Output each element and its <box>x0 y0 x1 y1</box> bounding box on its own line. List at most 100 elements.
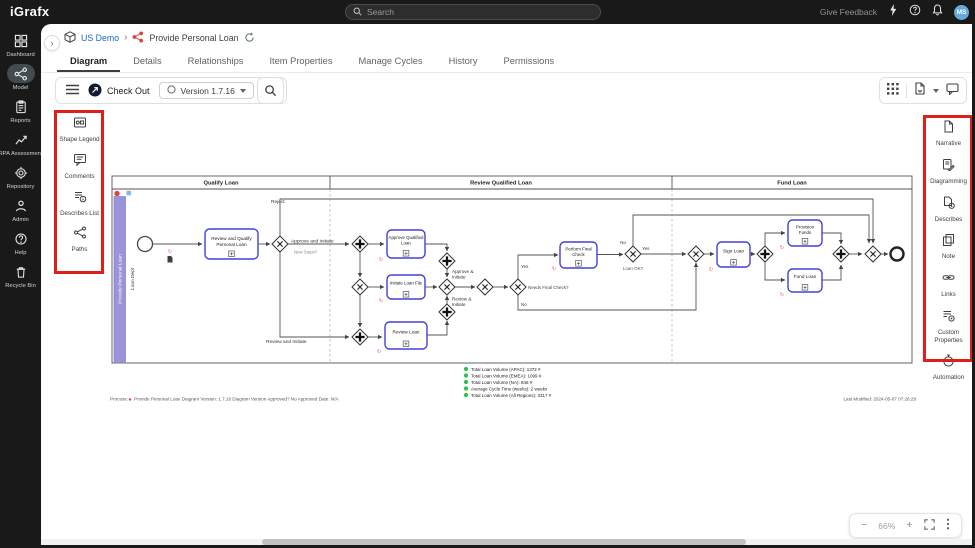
chevron-down-icon <box>240 89 246 93</box>
breadcrumb: US Demo › Provide Personal Loan <box>64 29 255 47</box>
sidebar-item-rpa-assessment[interactable]: RPA Assessment <box>0 130 41 157</box>
svg-text:Review Loan: Review Loan <box>392 330 419 335</box>
sidebar-item-help[interactable]: Help <box>0 229 41 256</box>
rail-item-describes[interactable]: Describes <box>928 196 970 224</box>
describes-doc-icon <box>168 256 173 263</box>
sidebar-item-dashboard[interactable]: Dashboard <box>0 31 41 58</box>
collapse-panel-button[interactable]: › <box>44 35 60 51</box>
pool-label: Provide Personal Loan <box>117 254 123 304</box>
shape-legend-icon <box>73 116 87 134</box>
rail-item-describes-list[interactable]: Describes List <box>59 190 101 218</box>
pool-info-badge <box>127 191 132 196</box>
left-tool-rail: Shape Legend Comments Describes List Pat… <box>57 116 102 254</box>
describes-list-icon <box>73 190 87 208</box>
sidebar-item-admin[interactable]: Admin <box>0 196 41 223</box>
tab-diagram[interactable]: Diagram <box>57 50 120 72</box>
export-document-icon[interactable] <box>914 82 926 100</box>
svg-text:Total Loan Volume (All Regions: Total Loan Volume (All Regions): 3317 # <box>471 393 552 398</box>
tab-permissions[interactable]: Permissions <box>491 50 568 72</box>
toolbar-divider <box>906 83 907 98</box>
svg-text:Initiate: Initiate <box>452 302 466 307</box>
end-event[interactable] <box>891 248 904 261</box>
horizontal-scrollbar-thumb[interactable] <box>262 539 746 545</box>
app-sidebar: Dashboard Model Reports RPA Assessment R… <box>0 24 41 548</box>
gear-icon <box>7 163 35 182</box>
user-avatar[interactable]: MS <box>954 5 969 20</box>
notifications-bell-icon[interactable] <box>932 3 943 21</box>
sidebar-item-repository[interactable]: Repository <box>0 163 41 190</box>
zoom-in-button[interactable]: + <box>906 520 912 531</box>
refresh-indicator-icon: ↻ <box>168 249 172 255</box>
phase-review-qualified-loan: Review Qualified Loan <box>470 181 532 187</box>
fullscreen-icon[interactable] <box>924 517 935 535</box>
rail-item-note[interactable]: Note <box>928 233 970 261</box>
top-bar: iGrafx Give Feedback MS <box>0 0 975 24</box>
tab-item-properties[interactable]: Item Properties <box>256 50 345 72</box>
phase-qualify-loan: Qualify Loan <box>203 181 239 187</box>
trash-icon <box>7 262 35 281</box>
last-modified: Last Modified: 2024-05-07 07:26:29 <box>843 397 916 402</box>
sidebar-item-recycle-bin[interactable]: Recycle Bin <box>0 262 41 289</box>
global-search[interactable] <box>345 4 601 20</box>
rail-item-shape-legend[interactable]: Shape Legend <box>59 116 101 144</box>
diagram-search-button[interactable] <box>257 77 284 104</box>
rail-item-diagramming[interactable]: Diagramming <box>928 158 970 186</box>
svg-text:Review &: Review & <box>452 297 471 302</box>
diagram-canvas[interactable]: Qualify Loan Review Qualified Loan Fund … <box>108 172 920 404</box>
svg-text:Total Loan Volume (NA): 846 #: Total Loan Volume (NA): 846 # <box>471 380 533 385</box>
help-icon[interactable] <box>909 3 921 21</box>
sidebar-item-model[interactable]: Model <box>0 64 41 91</box>
rail-item-paths[interactable]: Paths <box>59 226 101 254</box>
svg-text:Funds: Funds <box>799 230 812 235</box>
chevron-right-icon: › <box>124 32 127 43</box>
rail-item-custom-properties[interactable]: Custom Properties <box>928 309 970 345</box>
svg-text:Total Loan Volume (EMEA): 1099: Total Loan Volume (EMEA): 1099 # <box>471 373 542 378</box>
svg-text:Initiate Loan File: Initiate Loan File <box>390 281 423 286</box>
describes-page-icon <box>942 196 955 214</box>
export-chevron-icon[interactable] <box>933 89 939 93</box>
svg-text:No: No <box>521 302 527 307</box>
breadcrumb-current-item[interactable]: Provide Personal Loan <box>149 33 238 43</box>
grid-view-icon[interactable] <box>887 82 899 100</box>
refresh-indicator-icon: ↻ <box>379 257 383 263</box>
zoom-controls: − 66% + <box>849 513 962 538</box>
breadcrumb-root-link[interactable]: US Demo <box>81 33 119 43</box>
rail-item-links[interactable]: Links <box>928 271 970 299</box>
svg-text:Approve and Initiate: Approve and Initiate <box>291 239 334 245</box>
diagramming-icon <box>942 158 955 176</box>
note-pages-icon <box>942 233 955 251</box>
comment-bubble-icon[interactable] <box>946 82 959 100</box>
tab-manage-cycles[interactable]: Manage Cycles <box>346 50 436 72</box>
version-dropdown[interactable]: Version 1.7.16 <box>159 82 254 99</box>
custom-properties-icon <box>942 309 955 327</box>
rail-item-comments[interactable]: Comments <box>59 153 101 181</box>
tab-history[interactable]: History <box>436 50 491 72</box>
svg-text:Yes: Yes <box>521 264 529 269</box>
hamburger-menu-icon[interactable] <box>66 82 79 100</box>
status-diamond-icon: ◆ <box>129 397 133 402</box>
refresh-indicator-icon: ↻ <box>379 298 383 304</box>
start-event[interactable] <box>138 237 153 252</box>
pool-rpa-badge <box>114 191 119 196</box>
rail-item-narrative[interactable]: Narrative <box>928 120 970 148</box>
narrative-page-icon <box>942 120 955 138</box>
sidebar-item-reports[interactable]: Reports <box>0 97 41 124</box>
zoom-out-button[interactable]: − <box>861 520 867 531</box>
svg-text:Initiate: Initiate <box>452 275 466 280</box>
tab-details[interactable]: Details <box>120 50 174 72</box>
rail-item-automation[interactable]: Automation <box>928 354 970 382</box>
refresh-indicator-icon: ↻ <box>709 267 713 273</box>
search-input[interactable] <box>367 7 593 17</box>
svg-text:Check: Check <box>572 252 585 257</box>
check-out-button[interactable]: Check Out <box>88 83 150 99</box>
kebab-menu-icon[interactable] <box>946 517 950 535</box>
diagram-toolbar: Check Out Version 1.7.16 <box>55 77 287 104</box>
svg-text:New Steps?: New Steps? <box>294 250 318 255</box>
svg-text:Perform Final: Perform Final <box>565 247 591 252</box>
svg-text:Fund Loan: Fund Loan <box>794 274 817 279</box>
repository-cube-icon <box>64 31 76 45</box>
lightning-icon[interactable] <box>888 3 898 21</box>
tab-relationships[interactable]: Relationships <box>175 50 257 72</box>
give-feedback-link[interactable]: Give Feedback <box>820 7 877 17</box>
igrafx-logo: iGrafx <box>10 4 49 19</box>
